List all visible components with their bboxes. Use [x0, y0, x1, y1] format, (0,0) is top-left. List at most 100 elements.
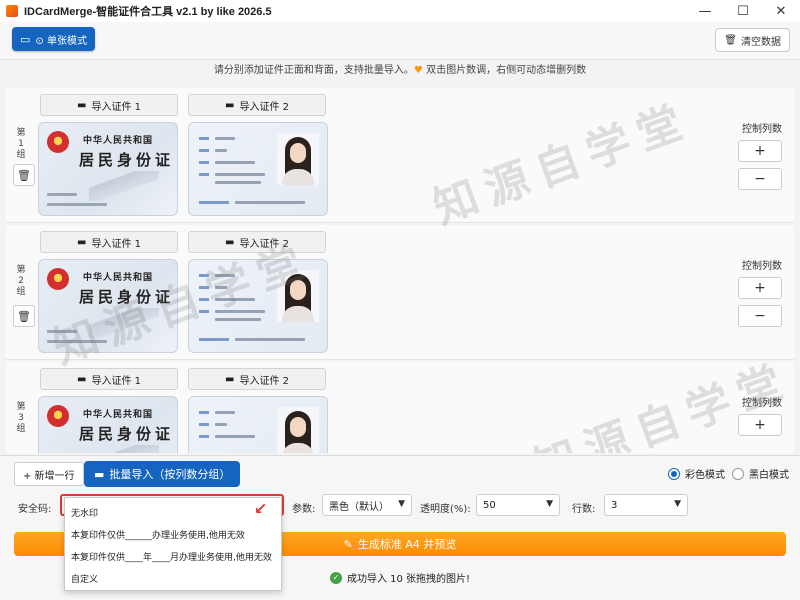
card-nation-text: 中华人民共和国: [83, 273, 154, 283]
field-value: [215, 318, 261, 321]
field-label: [199, 274, 209, 277]
clear-data-button[interactable]: 🗑 清空数据: [715, 28, 790, 52]
close-button[interactable]: ✕: [762, 0, 800, 22]
dropdown-option[interactable]: 自定义: [71, 572, 98, 585]
field-value: [215, 411, 235, 414]
group-row: 第1组 🗑 ▬ 导入证件 1 ▬ 导入证件 2 中华人民共和国 居民身份证 控制列数…: [6, 88, 794, 223]
check-icon: ✓: [329, 571, 342, 584]
generate-a4-label: 生成标准 A4 并预览: [357, 538, 457, 551]
card-nation-text: 中华人民共和国: [83, 136, 154, 146]
portrait-photo: [277, 407, 319, 453]
field-value: [215, 435, 255, 438]
id-card-back-image[interactable]: [188, 396, 328, 453]
field-value: [215, 298, 255, 301]
single-mode-button[interactable]: ▭ ⊙ 单张模式: [12, 27, 95, 51]
field-label: [199, 137, 209, 140]
folder-icon: ▬: [77, 373, 87, 385]
import-card-1-label: 导入证件 1: [91, 101, 141, 113]
monitor-icon: ▭: [20, 32, 31, 46]
maximize-button[interactable]: ☐: [724, 0, 762, 22]
field-value: [235, 338, 305, 341]
field-label: [199, 435, 209, 438]
field-value: [235, 201, 305, 204]
remove-column-button[interactable]: −: [738, 305, 782, 327]
status-text: 成功导入 10 张拖拽的图片!: [346, 574, 471, 585]
import-card-2-label: 导入证件 2: [239, 238, 289, 250]
field-label: [199, 201, 229, 204]
card-field-line: [47, 330, 77, 333]
import-card-2-button[interactable]: ▬ 导入证件 2: [188, 231, 326, 253]
dropdown-option[interactable]: 本复印件仅供____年____月办理业务使用,他用无效: [71, 550, 272, 563]
color-mode-radio[interactable]: 彩色模式: [668, 466, 725, 481]
color-mode-label: 彩色模式: [685, 470, 725, 481]
group-list[interactable]: 第1组 🗑 ▬ 导入证件 1 ▬ 导入证件 2 中华人民共和国 居民身份证 控制列数…: [6, 88, 794, 453]
radio-checked-icon: [668, 467, 680, 480]
add-column-button[interactable]: +: [738, 140, 782, 162]
add-row-button[interactable]: + 新增一行: [14, 462, 84, 486]
heart-icon: ♥: [413, 65, 423, 76]
group-row: 第3组 ▬ 导入证件 1 ▬ 导入证件 2 中华人民共和国 居民身份证 控制列数 +: [6, 362, 794, 453]
chevron-down-icon: ▼: [546, 499, 553, 509]
window-title: IDCardMerge-智能证件合工具 v2.1 by like 2026.5: [24, 6, 272, 18]
param-select[interactable]: 黑色（默认） ▼: [322, 494, 412, 516]
import-card-1-button[interactable]: ▬ 导入证件 1: [40, 231, 178, 253]
minimize-button[interactable]: —: [686, 0, 724, 22]
field-label: [199, 338, 229, 341]
column-control-label: 控制列数: [742, 124, 782, 135]
import-card-2-button[interactable]: ▬ 导入证件 2: [188, 94, 326, 116]
field-label: [199, 423, 209, 426]
remove-column-button[interactable]: −: [738, 168, 782, 190]
rows-select[interactable]: 3 ▼: [604, 494, 688, 516]
id-card-back-image[interactable]: [188, 122, 328, 216]
pencil-icon: ✎: [343, 537, 353, 551]
add-column-button[interactable]: +: [738, 277, 782, 299]
chevron-down-icon: ▼: [398, 499, 405, 509]
batch-import-button[interactable]: ▬ 批量导入（按列数分组）: [84, 461, 241, 487]
import-card-2-button[interactable]: ▬ 导入证件 2: [188, 368, 326, 390]
card-field-line: [47, 340, 107, 343]
group-label: 第1组: [16, 128, 26, 160]
window-controls: — ☐ ✕: [686, 0, 800, 22]
folder-icon: ▬: [225, 373, 235, 385]
trash-icon: 🗑: [17, 309, 31, 323]
trash-icon: 🗑: [17, 168, 31, 182]
import-card-1-button[interactable]: ▬ 导入证件 1: [40, 368, 178, 390]
param-label: 参数:: [292, 504, 316, 515]
portrait-photo: [277, 133, 319, 185]
instruction-hint: 请分别添加证件正面和背面，支持批量导入。♥ 双击图片数调，右侧可动态增删列数: [0, 62, 800, 80]
single-mode-label: ⊙ 单张模式: [35, 35, 87, 47]
hint-text-after: 双击图片数调，右侧可动态增删列数: [422, 65, 587, 76]
clear-data-label: 清空数据: [741, 36, 781, 48]
security-code-dropdown[interactable]: 无水印 本复印件仅供______办理业务使用,他用无效 本复印件仅供____年_…: [64, 497, 282, 591]
field-label: [199, 173, 209, 176]
national-emblem-icon: [47, 131, 69, 153]
card-field-line: [47, 203, 107, 206]
id-card-front-image[interactable]: 中华人民共和国 居民身份证: [38, 259, 178, 353]
import-card-1-button[interactable]: ▬ 导入证件 1: [40, 94, 178, 116]
add-column-button[interactable]: +: [738, 414, 782, 436]
great-wall-graphic: [89, 445, 159, 453]
import-card-2-label: 导入证件 2: [239, 101, 289, 113]
dropdown-option[interactable]: 本复印件仅供______办理业务使用,他用无效: [71, 528, 245, 541]
delete-group-button[interactable]: 🗑: [13, 164, 35, 186]
delete-group-button[interactable]: 🗑: [13, 305, 35, 327]
import-card-2-label: 导入证件 2: [239, 375, 289, 387]
group-label: 第3组: [16, 402, 26, 434]
id-card-back-image[interactable]: [188, 259, 328, 353]
column-control-label: 控制列数: [742, 398, 782, 409]
group-row: 第2组 🗑 ▬ 导入证件 1 ▬ 导入证件 2 中华人民共和国 居民身份证 控制列数…: [6, 225, 794, 360]
field-value: [215, 423, 227, 426]
field-value: [215, 310, 265, 313]
id-card-front-image[interactable]: 中华人民共和国 居民身份证: [38, 122, 178, 216]
id-card-front-image[interactable]: 中华人民共和国 居民身份证: [38, 396, 178, 453]
dropdown-option[interactable]: 无水印: [71, 506, 98, 519]
field-value: [215, 161, 255, 164]
great-wall-graphic: [89, 308, 159, 338]
folder-icon: ▬: [225, 99, 235, 111]
field-value: [215, 137, 235, 140]
transparency-select[interactable]: 50 ▼: [476, 494, 560, 516]
bw-mode-radio[interactable]: 黑白模式: [732, 466, 789, 481]
import-card-1-label: 导入证件 1: [91, 238, 141, 250]
chevron-down-icon: ▼: [674, 499, 681, 509]
app-icon: [6, 5, 18, 17]
